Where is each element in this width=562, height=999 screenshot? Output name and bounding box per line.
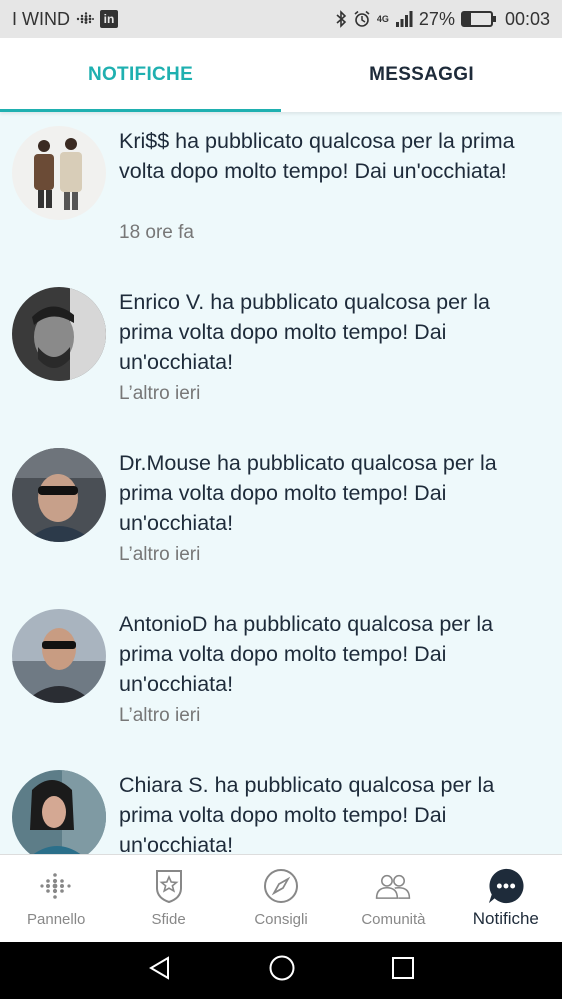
notification-time: L’altro ieri bbox=[119, 383, 201, 404]
nav-label: Pannello bbox=[27, 911, 86, 928]
signal-icon bbox=[395, 11, 413, 27]
notification-time: L’altro ieri bbox=[119, 705, 201, 726]
nav-notifiche[interactable]: Notifiche bbox=[450, 855, 562, 942]
avatar[interactable] bbox=[12, 609, 106, 703]
clock: 00:03 bbox=[504, 8, 550, 29]
linkedin-icon: in bbox=[100, 10, 118, 28]
home-icon[interactable] bbox=[268, 954, 296, 987]
avatar[interactable] bbox=[12, 770, 106, 854]
notification-item[interactable]: Dr.Mouse ha pubblicato qualcosa per la p… bbox=[0, 434, 562, 595]
notifications-bubble-icon bbox=[487, 867, 525, 905]
alarm-icon bbox=[353, 10, 371, 28]
avatar[interactable] bbox=[12, 126, 106, 220]
status-left: I WIND in bbox=[12, 9, 118, 30]
bluetooth-icon bbox=[335, 10, 347, 28]
notification-text: Chiara S. ha pubblicato qualcosa per la … bbox=[119, 773, 495, 854]
nav-label: Notifiche bbox=[472, 909, 539, 928]
carrier-label: I WIND bbox=[12, 8, 70, 29]
notification-text: AntonioD ha pubblicato qualcosa per la p… bbox=[119, 612, 494, 696]
bottom-navigation: Pannello Sfide Consigli Comunità Notific… bbox=[0, 854, 562, 942]
nav-pannello[interactable]: Pannello bbox=[0, 855, 112, 942]
notification-item[interactable]: Chiara S. ha pubblicato qualcosa per la … bbox=[0, 756, 562, 854]
tab-messaggi[interactable]: MESSAGGI bbox=[281, 38, 562, 112]
status-bar: I WIND in 4G 27% 00:03 bbox=[0, 0, 562, 38]
notification-text: Kri$$ ha pubblicato qualcosa per la prim… bbox=[119, 129, 515, 183]
notifications-feed[interactable]: Kri$$ ha pubblicato qualcosa per la prim… bbox=[0, 112, 562, 854]
nav-label: Sfide bbox=[151, 911, 186, 928]
nav-label: Comunità bbox=[361, 911, 426, 928]
status-right: 4G 27% 00:03 bbox=[335, 9, 550, 30]
challenge-shield-icon bbox=[150, 867, 188, 905]
system-navigation-bar bbox=[0, 942, 562, 999]
dashboard-dots-icon bbox=[37, 867, 75, 905]
nav-consigli[interactable]: Consigli bbox=[225, 855, 337, 942]
notification-text: Dr.Mouse ha pubblicato qualcosa per la p… bbox=[119, 451, 497, 535]
notification-time: 18 ore fa bbox=[119, 222, 194, 243]
community-icon bbox=[374, 867, 412, 905]
tab-notifiche[interactable]: NOTIFICHE bbox=[0, 38, 281, 112]
back-icon[interactable] bbox=[147, 955, 173, 986]
notification-item[interactable]: Kri$$ ha pubblicato qualcosa per la prim… bbox=[0, 112, 562, 273]
nav-sfide[interactable]: Sfide bbox=[112, 855, 224, 942]
nav-label: Consigli bbox=[254, 911, 308, 928]
notification-time: L’altro ieri bbox=[119, 544, 201, 565]
nav-comunita[interactable]: Comunità bbox=[337, 855, 449, 942]
network-type-label: 4G bbox=[376, 13, 389, 24]
notification-item[interactable]: Enrico V. ha pubblicato qualcosa per la … bbox=[0, 273, 562, 434]
notification-text: Enrico V. ha pubblicato qualcosa per la … bbox=[119, 290, 490, 374]
battery-icon bbox=[460, 11, 496, 27]
tab-bar: NOTIFICHE MESSAGGI bbox=[0, 38, 562, 112]
fitbit-notification-icon bbox=[76, 12, 94, 26]
avatar[interactable] bbox=[12, 448, 106, 542]
battery-percent: 27% bbox=[418, 8, 455, 29]
compass-icon bbox=[262, 867, 300, 905]
avatar[interactable] bbox=[12, 287, 106, 381]
recent-apps-icon[interactable] bbox=[391, 956, 415, 985]
notification-item[interactable]: AntonioD ha pubblicato qualcosa per la p… bbox=[0, 595, 562, 756]
battery-fill bbox=[462, 13, 471, 25]
